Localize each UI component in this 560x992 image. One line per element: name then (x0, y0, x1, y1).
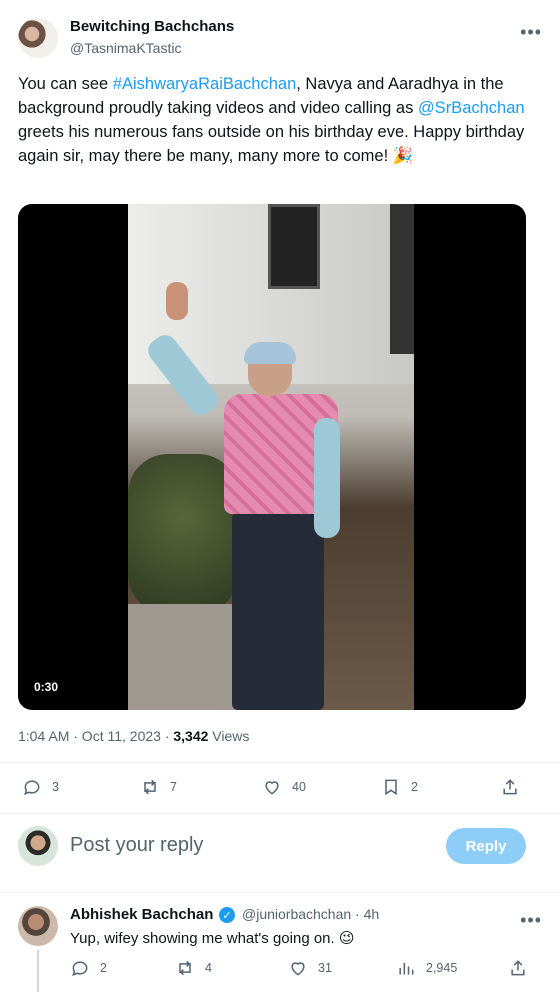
like-count: 40 (292, 780, 306, 794)
like-icon (262, 777, 282, 797)
hashtag-link[interactable]: #AishwaryaRaiBachchan (113, 75, 296, 93)
share-icon (500, 777, 520, 797)
repost-action[interactable]: 7 (140, 777, 177, 797)
comment-like-action[interactable]: 31 (288, 958, 332, 978)
verified-icon: ✓ (219, 907, 235, 923)
comment-action-bar: 2 4 31 2,945 (0, 958, 560, 982)
post-author-name[interactable]: Bewitching Bachchans (70, 18, 234, 35)
more-icon[interactable]: ••• (520, 910, 542, 931)
more-icon[interactable]: ••• (520, 22, 542, 43)
reply-count: 3 (52, 780, 59, 794)
repost-icon (140, 777, 160, 797)
like-icon (288, 958, 308, 978)
bookmark-action[interactable]: 2 (381, 777, 418, 797)
reply-button[interactable]: Reply (446, 828, 526, 864)
post-timestamp[interactable]: 1:04 AM · Oct 11, 2023 · (18, 728, 173, 744)
comment-author-name[interactable]: Abhishek Bachchan (70, 906, 213, 923)
post-text: You can see #AishwaryaRaiBachchan, Navya… (18, 72, 533, 168)
video-frame (128, 204, 414, 710)
post-video[interactable]: 0:30 (18, 204, 526, 710)
comment-text: Yup, wifey showing me what's going on. 😉 (70, 930, 355, 947)
like-action[interactable]: 40 (262, 777, 306, 797)
share-icon (508, 958, 528, 978)
comment-repost-count: 4 (205, 961, 212, 975)
video-bush (128, 454, 238, 614)
views-icon (396, 958, 416, 978)
divider (0, 892, 560, 893)
bookmark-icon (381, 777, 401, 797)
repost-count: 7 (170, 780, 177, 794)
post-action-bar: 3 7 40 2 (0, 762, 560, 814)
comment-repost-action[interactable]: 4 (175, 958, 212, 978)
video-window-right (390, 204, 414, 354)
video-window (268, 204, 320, 289)
comment-views-action[interactable]: 2,945 (396, 958, 457, 978)
comment-reply-count: 2 (100, 961, 107, 975)
comment-share-action[interactable] (508, 958, 528, 978)
mention-link[interactable]: @SrBachchan (418, 99, 525, 117)
post-author-avatar[interactable] (18, 18, 58, 58)
comment-author-handle[interactable]: @juniorbachchan · 4h (242, 906, 379, 922)
bookmark-count: 2 (411, 780, 418, 794)
post-text-suffix: greets his numerous fans outside on his … (18, 123, 525, 165)
comment-author-avatar[interactable] (18, 906, 58, 946)
post-author-handle[interactable]: @TasnimaKTastic (70, 40, 181, 56)
reply-action[interactable]: 3 (22, 777, 59, 797)
comment-like-count: 31 (318, 961, 332, 975)
repost-icon (175, 958, 195, 978)
views-label: Views (208, 728, 250, 744)
comment-reply-action[interactable]: 2 (70, 958, 107, 978)
video-low-wall (128, 604, 248, 710)
post-text-prefix: You can see (18, 75, 113, 93)
video-person-trousers (232, 512, 324, 710)
video-person-hand (166, 282, 188, 320)
reply-icon (70, 958, 90, 978)
post-meta: 1:04 AM · Oct 11, 2023 · 3,342 Views (18, 728, 249, 744)
video-person-cap (244, 342, 296, 364)
reply-input[interactable]: Post your reply (70, 834, 203, 857)
views-count: 3,342 (173, 728, 209, 744)
video-person-arm (314, 418, 340, 538)
video-duration: 0:30 (34, 680, 59, 694)
reply-user-avatar (18, 826, 58, 866)
share-action[interactable] (500, 777, 520, 797)
reply-icon (22, 777, 42, 797)
comment-views-count: 2,945 (426, 961, 458, 975)
